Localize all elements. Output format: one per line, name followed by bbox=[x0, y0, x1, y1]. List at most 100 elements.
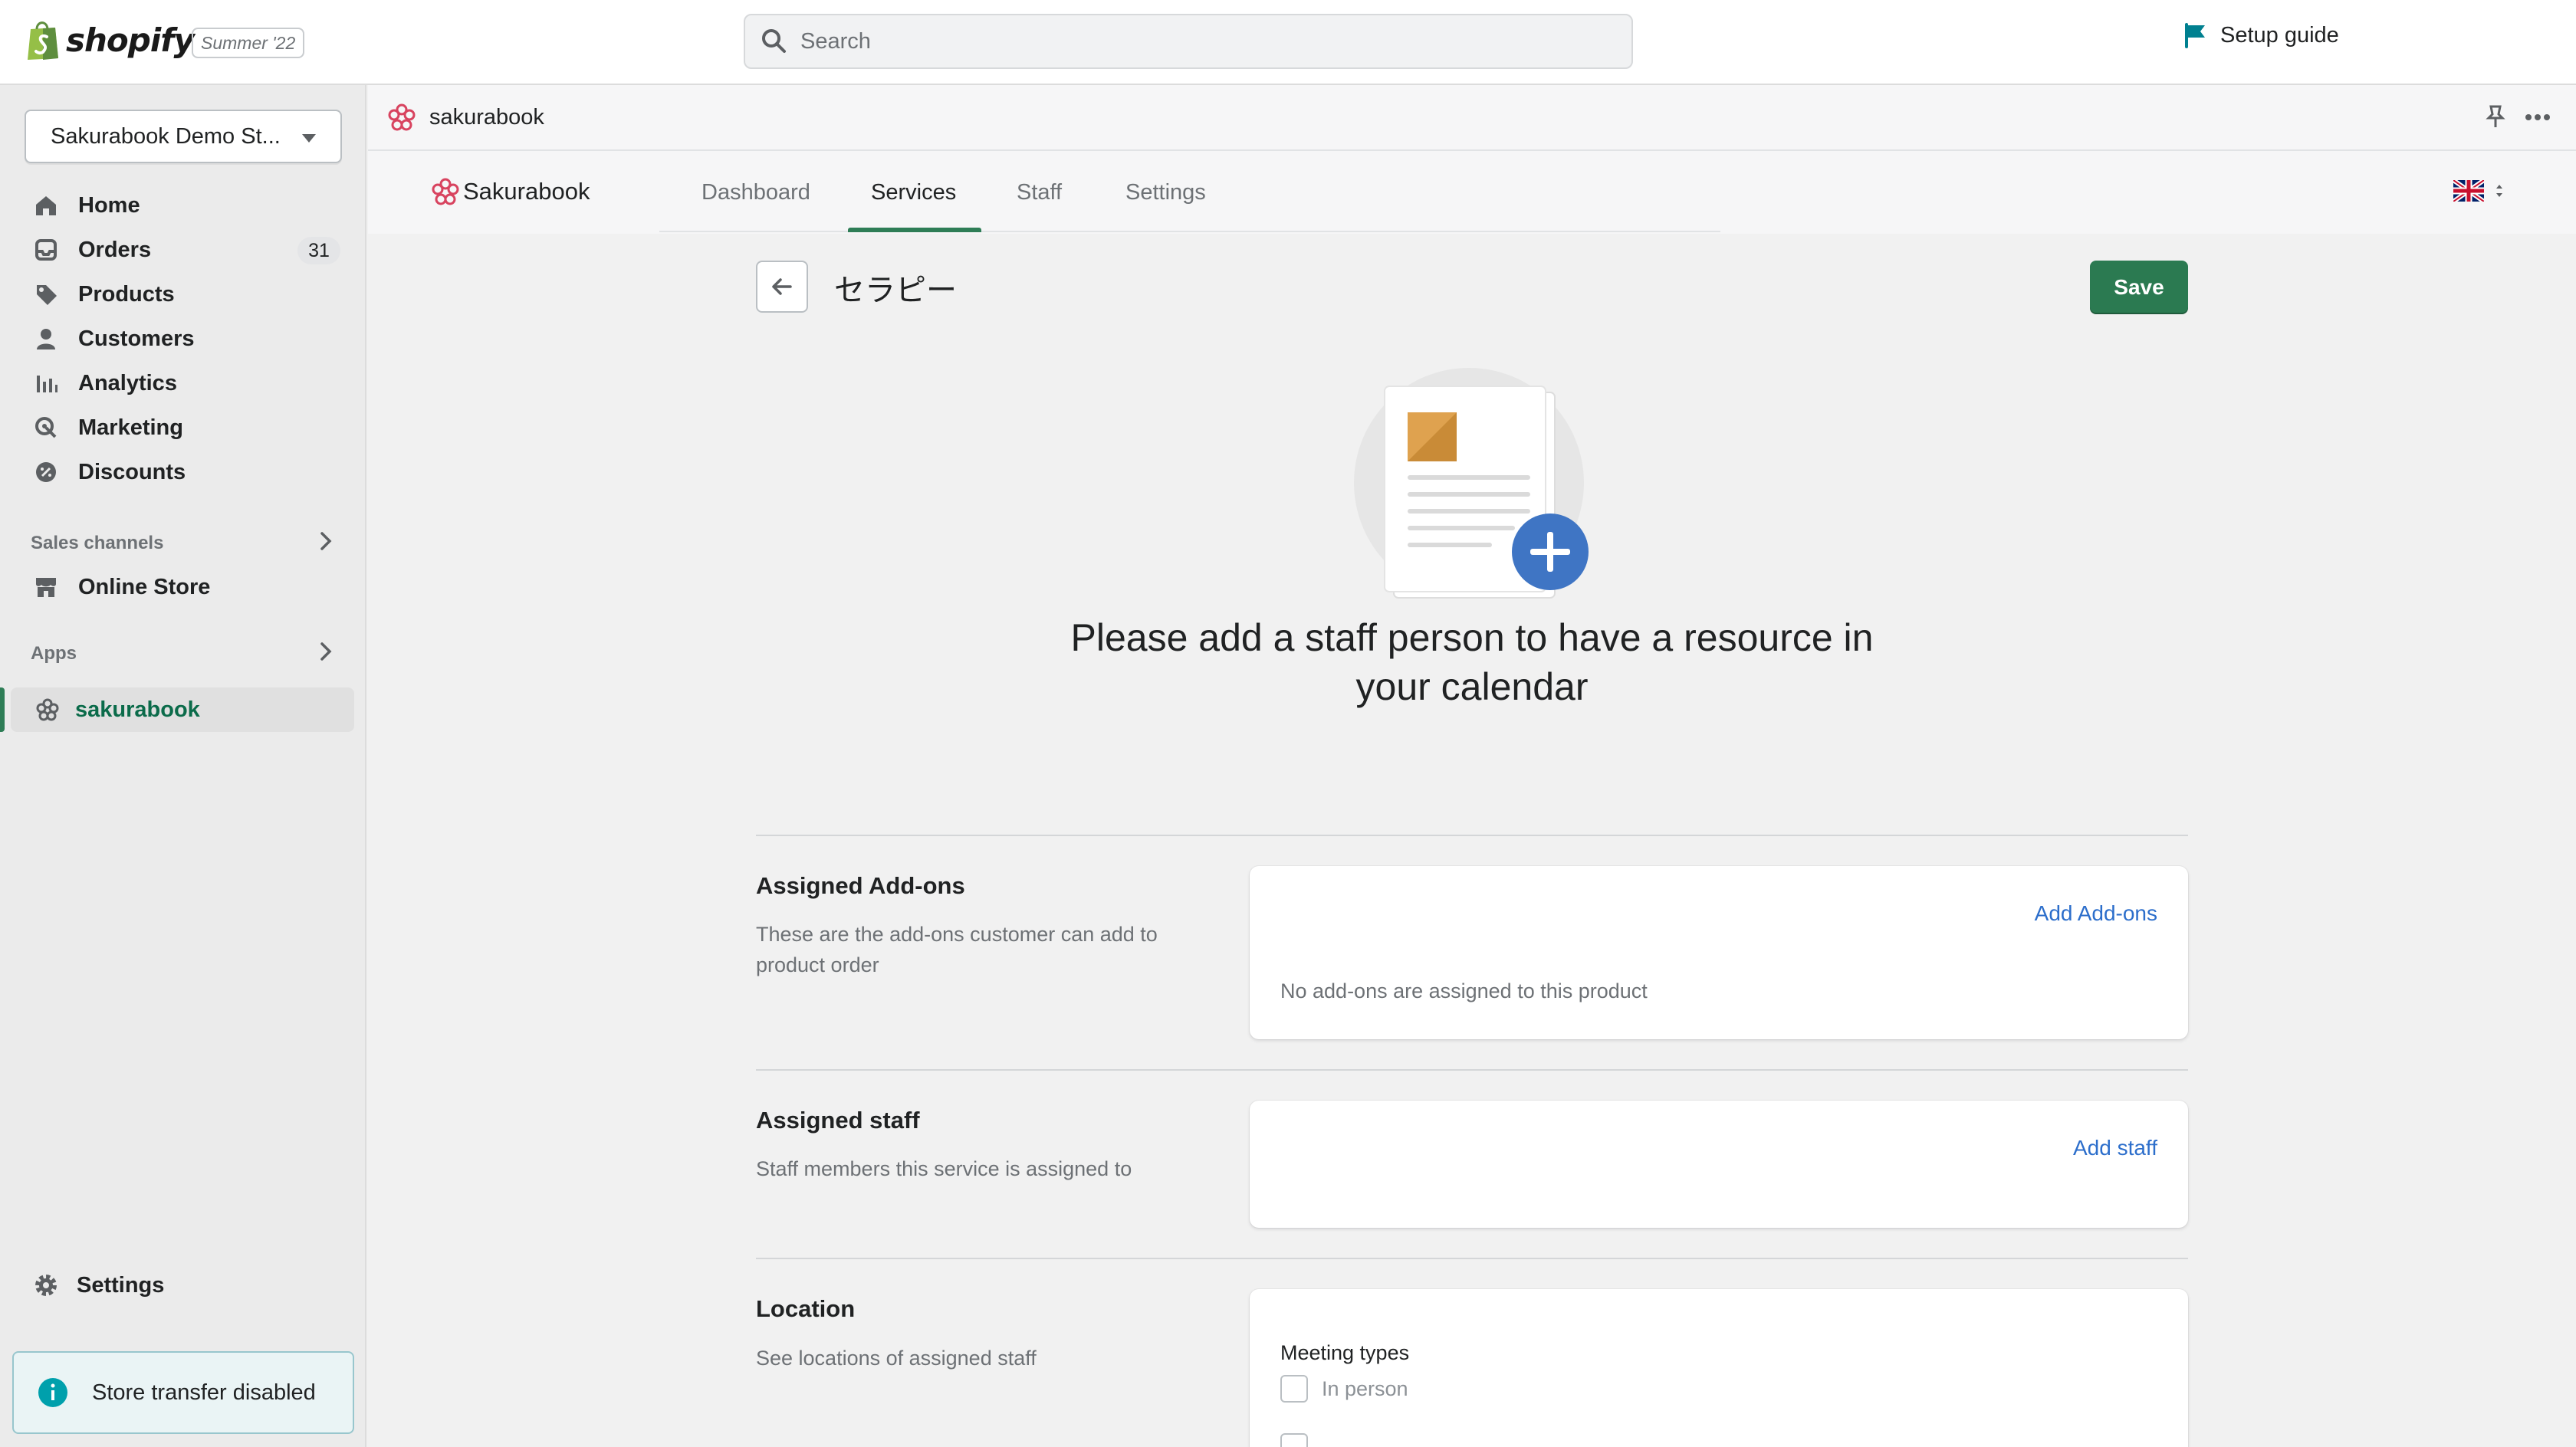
nav-item-settings[interactable]: Settings bbox=[32, 1271, 164, 1299]
nav-label: Online Store bbox=[78, 574, 211, 599]
app-header: sakurabook bbox=[368, 85, 2576, 151]
location-section-description: See locations of assigned staff bbox=[756, 1347, 1037, 1370]
add-addons-link[interactable]: Add Add-ons bbox=[2035, 901, 2157, 926]
addons-empty-text: No add-ons are assigned to this product bbox=[1280, 979, 1648, 1002]
nav-label: Customers bbox=[78, 326, 195, 351]
page-title: セラピー bbox=[834, 274, 957, 307]
caret-down-icon bbox=[302, 134, 316, 143]
sidebar: Sakurabook Demo St... Home Orders 31 Pro… bbox=[0, 85, 366, 1447]
top-bar: shopify Summer '22 Setup guide bbox=[0, 0, 2576, 85]
nav-item-orders[interactable]: Orders 31 bbox=[25, 228, 353, 272]
nav-item-sakurabook[interactable]: sakurabook bbox=[11, 687, 354, 732]
home-icon bbox=[32, 192, 60, 219]
search-input[interactable] bbox=[800, 28, 1567, 54]
nav-label: Home bbox=[78, 192, 140, 218]
active-tab-indicator bbox=[848, 228, 981, 232]
section-divider bbox=[756, 1069, 2188, 1071]
location-section-title: Location bbox=[756, 1295, 856, 1322]
back-button[interactable] bbox=[756, 261, 808, 313]
info-icon bbox=[38, 1378, 67, 1407]
location-card: Meeting types In person bbox=[1250, 1289, 2188, 1447]
flag-icon bbox=[2185, 23, 2205, 48]
store-name: Sakurabook Demo St... bbox=[51, 124, 281, 149]
main-nav: Home Orders 31 Products Customers Analyt… bbox=[25, 183, 353, 494]
nav-item-marketing[interactable]: Marketing bbox=[25, 405, 353, 450]
nav-label: Marketing bbox=[78, 415, 183, 440]
chevron-right-icon[interactable] bbox=[314, 640, 337, 663]
discount-icon bbox=[32, 458, 60, 486]
chevron-right-icon[interactable] bbox=[314, 530, 337, 553]
sakurabook-brand[interactable]: Sakurabook bbox=[431, 177, 590, 206]
nav-item-home[interactable]: Home bbox=[25, 183, 353, 228]
orders-icon bbox=[32, 236, 60, 264]
option-checkbox[interactable] bbox=[1280, 1433, 1308, 1447]
nav-item-discounts[interactable]: Discounts bbox=[25, 450, 353, 494]
search-bar[interactable] bbox=[744, 14, 1633, 69]
select-arrows-icon bbox=[2496, 185, 2502, 197]
meeting-type-option[interactable]: In person bbox=[1280, 1375, 1408, 1403]
nav-label: sakurabook bbox=[75, 697, 200, 722]
gear-icon bbox=[35, 1275, 57, 1296]
in-person-checkbox[interactable] bbox=[1280, 1375, 1308, 1403]
addons-section-title: Assigned Add-ons bbox=[756, 872, 965, 899]
tab-services[interactable]: Services bbox=[871, 180, 956, 205]
nav-item-products[interactable]: Products bbox=[25, 272, 353, 317]
tab-staff[interactable]: Staff bbox=[1017, 180, 1062, 205]
store-transfer-notice: Store transfer disabled bbox=[12, 1351, 354, 1434]
sakura-logo-icon bbox=[388, 103, 416, 131]
sales-channels-heading: Sales channels bbox=[31, 533, 164, 553]
app-tabs-bar: Sakurabook Dashboard Services Staff Sett… bbox=[368, 151, 2576, 234]
edition-badge: Summer '22 bbox=[192, 28, 305, 58]
nav-label: Products bbox=[78, 281, 175, 307]
sakura-icon bbox=[36, 698, 59, 721]
setup-guide-label: Setup guide bbox=[2220, 22, 2339, 48]
pin-icon[interactable] bbox=[2482, 103, 2509, 130]
setup-guide-button[interactable]: Setup guide bbox=[2182, 21, 2339, 49]
meeting-types-label: Meeting types bbox=[1280, 1341, 1410, 1364]
nav-item-online-store[interactable]: Online Store bbox=[25, 565, 353, 609]
nav-item-analytics[interactable]: Analytics bbox=[25, 361, 353, 405]
language-selector[interactable] bbox=[2453, 180, 2505, 202]
shopify-wordmark: shopify bbox=[66, 21, 195, 59]
store-selector[interactable]: Sakurabook Demo St... bbox=[25, 110, 342, 163]
empty-state-illustration bbox=[1354, 368, 1589, 599]
active-indicator bbox=[0, 687, 5, 732]
addons-section-description: These are the add-ons customer can add t… bbox=[756, 923, 1158, 976]
nav-item-customers[interactable]: Customers bbox=[25, 317, 353, 361]
nav-label: Orders bbox=[78, 237, 152, 262]
staff-section-title: Assigned staff bbox=[756, 1107, 920, 1134]
apps-heading: Apps bbox=[31, 643, 77, 664]
nav-label: Analytics bbox=[78, 370, 177, 395]
staff-section-description: Staff members this service is assigned t… bbox=[756, 1157, 1132, 1180]
uk-flag-icon bbox=[2453, 180, 2484, 202]
tag-icon bbox=[32, 281, 60, 308]
brand-name: Sakurabook bbox=[463, 178, 590, 205]
more-horizontal-icon[interactable] bbox=[2522, 102, 2553, 133]
marketing-icon bbox=[32, 414, 60, 441]
person-icon bbox=[32, 325, 60, 353]
app-name: sakurabook bbox=[429, 105, 544, 130]
shopify-logo[interactable]: shopify bbox=[25, 18, 195, 61]
settings-label: Settings bbox=[77, 1272, 165, 1298]
meeting-type-option[interactable] bbox=[1280, 1433, 1322, 1447]
section-divider bbox=[756, 1258, 2188, 1259]
orders-count-badge: 31 bbox=[297, 237, 340, 264]
tab-settings[interactable]: Settings bbox=[1125, 180, 1206, 205]
bar-chart-icon bbox=[32, 369, 60, 397]
staff-card: Add staff bbox=[1250, 1101, 2188, 1228]
transfer-notice-text: Store transfer disabled bbox=[92, 1380, 316, 1405]
tab-dashboard[interactable]: Dashboard bbox=[702, 180, 810, 205]
shopify-bag-icon bbox=[28, 21, 58, 60]
addons-card: Add Add-ons No add-ons are assigned to t… bbox=[1250, 866, 2188, 1039]
nav-label: Discounts bbox=[78, 459, 186, 484]
section-divider bbox=[756, 835, 2188, 836]
add-staff-link[interactable]: Add staff bbox=[2073, 1136, 2157, 1160]
empty-state-heading: Please add a staff person to have a reso… bbox=[1070, 616, 1874, 708]
save-button[interactable]: Save bbox=[2090, 261, 2188, 314]
store-icon bbox=[32, 573, 60, 601]
search-icon bbox=[762, 29, 786, 53]
sakura-logo-icon bbox=[432, 178, 459, 205]
option-label: In person bbox=[1322, 1376, 1408, 1400]
arrow-left-icon bbox=[772, 278, 792, 295]
tabs-divider bbox=[659, 231, 1720, 232]
